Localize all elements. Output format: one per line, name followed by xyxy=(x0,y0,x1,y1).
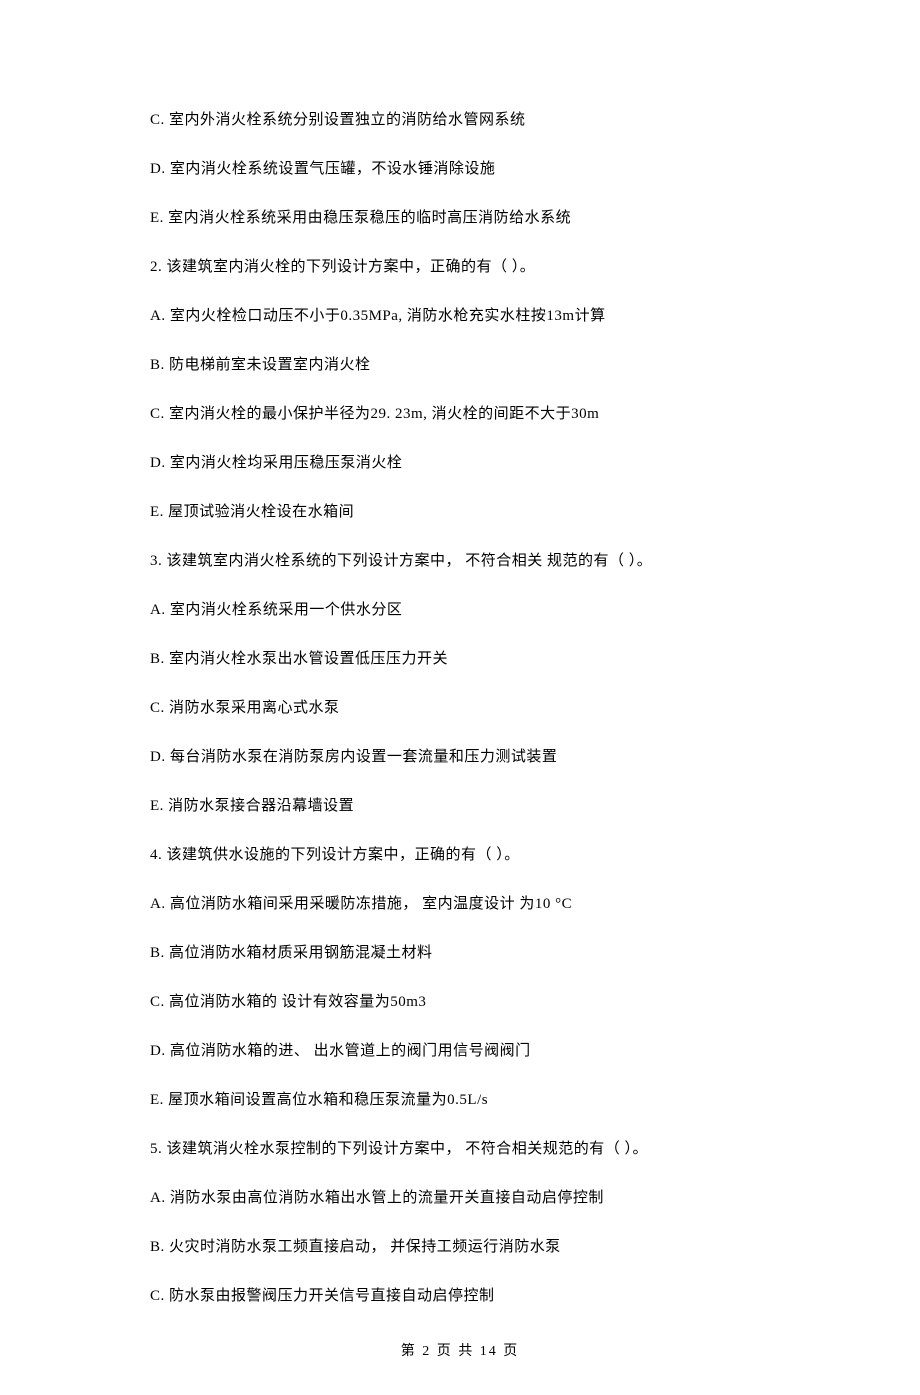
option-line: C. 消防水泵采用离心式水泵 xyxy=(150,698,770,719)
option-line: C. 室内消火栓的最小保护半径为29. 23m, 消火栓的间距不大于30m xyxy=(150,404,770,425)
question-line: 3. 该建筑室内消火栓系统的下列设计方案中， 不符合相关 规范的有（ ）。 xyxy=(150,551,770,572)
option-line: B. 室内消火栓水泵出水管设置低压压力开关 xyxy=(150,649,770,670)
option-line: A. 室内消火栓系统采用一个供水分区 xyxy=(150,600,770,621)
option-line: D. 高位消防水箱的进、 出水管道上的阀门用信号阀阀门 xyxy=(150,1041,770,1062)
option-line: A. 室内火栓检口动压不小于0.35MPa, 消防水枪充实水柱按13m计算 xyxy=(150,306,770,327)
question-line: 4. 该建筑供水设施的下列设计方案中，正确的有（ ）。 xyxy=(150,845,770,866)
option-line: D. 室内消火栓系统设置气压罐，不设水锤消除设施 xyxy=(150,159,770,180)
option-line: B. 火灾时消防水泵工频直接启动， 并保持工频运行消防水泵 xyxy=(150,1237,770,1258)
option-line: A. 消防水泵由高位消防水箱出水管上的流量开关直接自动启停控制 xyxy=(150,1188,770,1209)
option-line: B. 防电梯前室未设置室内消火栓 xyxy=(150,355,770,376)
option-line: E. 屋顶试验消火栓设在水箱间 xyxy=(150,502,770,523)
option-line: D. 室内消火栓均采用压稳压泵消火栓 xyxy=(150,453,770,474)
question-line: 2. 该建筑室内消火栓的下列设计方案中，正确的有（ ）。 xyxy=(150,257,770,278)
option-line: C. 室内外消火栓系统分别设置独立的消防给水管网系统 xyxy=(150,110,770,131)
option-line: E. 消防水泵接合器沿幕墙设置 xyxy=(150,796,770,817)
question-line: 5. 该建筑消火栓水泵控制的下列设计方案中， 不符合相关规范的有（ ）。 xyxy=(150,1139,770,1160)
option-line: E. 室内消火栓系统采用由稳压泵稳压的临时高压消防给水系统 xyxy=(150,208,770,229)
option-line: D. 每台消防水泵在消防泵房内设置一套流量和压力测试装置 xyxy=(150,747,770,768)
option-line: B. 高位消防水箱材质采用钢筋混凝土材料 xyxy=(150,943,770,964)
page-footer: 第 2 页 共 14 页 xyxy=(0,1340,920,1360)
option-line: A. 高位消防水箱间采用采暖防冻措施， 室内温度设计 为10 °C xyxy=(150,894,770,915)
option-line: C. 防水泵由报警阀压力开关信号直接自动启停控制 xyxy=(150,1286,770,1307)
option-line: C. 高位消防水箱的 设计有效容量为50m3 xyxy=(150,992,770,1013)
document-page: C. 室内外消火栓系统分别设置独立的消防给水管网系统 D. 室内消火栓系统设置气… xyxy=(0,0,920,1395)
option-line: E. 屋顶水箱间设置高位水箱和稳压泵流量为0.5L/s xyxy=(150,1090,770,1111)
